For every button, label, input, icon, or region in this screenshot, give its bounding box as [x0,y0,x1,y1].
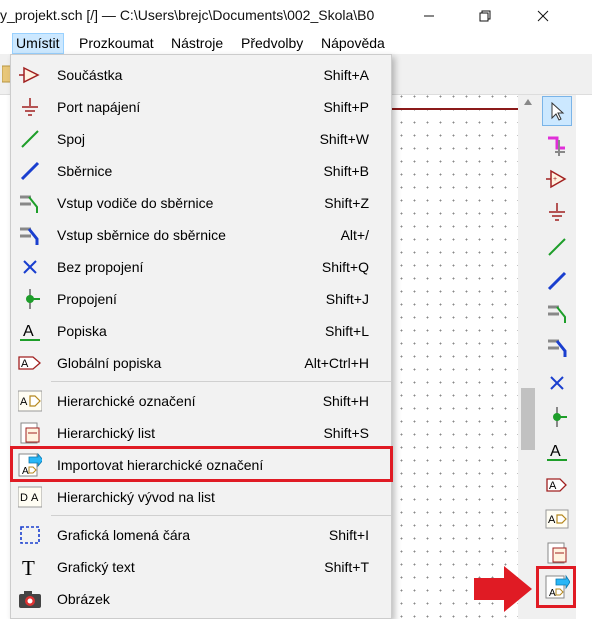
menu-item-no-connect[interactable]: Bez propojení Shift+Q [11,251,391,283]
menu-separator [51,381,391,382]
menu-item-wire[interactable]: Spoj Shift+W [11,123,391,155]
place-symbol-button[interactable]: + [542,164,572,194]
menu-bar: Umístit Prozkoumat Nástroje Předvolby Ná… [0,32,400,54]
label-icon: A [18,320,42,342]
menu-item-hierarchical-sheet[interactable]: Hierarchický list Shift+S [11,417,391,449]
title-bar: y_projekt.sch [/] — C:\Users\brejc\Docum… [0,0,592,32]
schematic-wire [392,108,520,110]
hierarchical-sheet-icon [547,542,567,564]
menu-item-power-port[interactable]: Port napájení Shift+P [11,91,391,123]
svg-text:A: A [31,492,39,504]
menu-item-global-label[interactable]: A Globální popiska Alt+Ctrl+H [11,347,391,379]
hierarchical-label-button[interactable]: A [542,504,572,534]
sheet-pin-icon: DA [18,486,42,508]
place-bus-button[interactable] [542,266,572,296]
hierarchy-navigator-icon [548,136,565,156]
menu-item-image[interactable]: Obrázek [11,583,391,615]
wire-to-bus-entry-icon [548,305,566,323]
highlight-box-menu [10,446,393,482]
window-title: y_projekt.sch [/] — C:\Users\brejc\Docum… [0,7,375,23]
power-port-icon [549,203,565,221]
svg-text:T: T [22,556,35,578]
bus-to-bus-button[interactable] [542,332,572,362]
hierarchical-label-icon: A [545,509,569,529]
no-connect-icon [18,256,42,278]
menu-tools[interactable]: Nástroje [168,34,226,53]
menu-preferences[interactable]: Předvolby [238,34,306,53]
svg-text:+: + [553,176,557,183]
wire-to-bus-button[interactable] [542,298,572,328]
global-label-button[interactable]: A [542,470,572,500]
bus-to-bus-entry-icon [548,339,567,357]
label-button[interactable]: A [542,436,572,466]
svg-text:A: A [550,443,561,460]
wire-to-bus-entry-icon [18,192,42,214]
bus-icon [18,160,42,182]
global-label-icon: A [546,478,567,492]
bus-to-bus-entry-icon [18,224,42,246]
wire-icon [548,238,566,256]
wire-icon [18,128,42,150]
arrow-right-icon [474,566,532,612]
minimize-button[interactable] [406,0,452,32]
graphic-polyline-icon [18,524,42,546]
menu-separator [51,515,391,516]
hierarchy-navigator-button[interactable] [542,131,572,161]
component-icon: + [546,169,567,189]
highlight-box-toolbar [536,566,576,608]
schematic-canvas[interactable] [392,95,518,619]
vertical-scrollbar[interactable] [518,95,538,619]
junction-button[interactable] [542,402,572,432]
hierarchical-sheet-button[interactable] [542,538,572,568]
menu-item-graphic-polyline[interactable]: Grafická lomená čára Shift+I [11,519,391,551]
svg-text:A: A [548,514,556,526]
maximize-button[interactable] [462,0,508,32]
no-connect-button[interactable] [542,368,572,398]
no-connect-icon [550,376,564,390]
minimize-icon [424,15,434,17]
menu-inspect[interactable]: Prozkoumat [76,34,157,53]
menu-item-bus-to-bus-entry[interactable]: Vstup sběrnice do sběrnice Alt+/ [11,219,391,251]
scrollbar-thumb[interactable] [521,388,535,450]
menu-item-hierarchical-label[interactable]: A Hierarchické označení Shift+H [11,385,391,417]
power-port-icon [18,96,42,118]
close-icon [537,10,549,22]
label-icon: A [547,443,567,461]
component-icon [18,64,42,86]
svg-text:A: A [20,396,28,408]
menu-item-wire-to-bus-entry[interactable]: Vstup vodiče do sběrnice Shift+Z [11,187,391,219]
menu-item-junction[interactable]: Propojení Shift+J [11,283,391,315]
menu-place[interactable]: Umístit [12,33,64,54]
menu-help[interactable]: Nápověda [318,34,388,53]
svg-text:D: D [20,492,28,504]
bus-icon [547,271,567,291]
svg-text:A: A [23,323,34,340]
menu-item-graphic-text[interactable]: T Grafický text Shift+T [11,551,391,583]
svg-text:A: A [21,358,29,370]
svg-text:A: A [549,480,557,492]
menu-item-symbol[interactable]: Součástka Shift+A [11,59,391,91]
hierarchical-label-icon: A [18,390,42,412]
junction-icon [553,407,567,427]
place-wire-button[interactable] [542,232,572,262]
select-arrow-icon [551,101,565,121]
restore-icon [479,10,491,22]
graphic-text-icon: T [18,556,42,578]
menu-item-bus[interactable]: Sběrnice Shift+B [11,155,391,187]
menu-item-label[interactable]: A Popiska Shift+L [11,315,391,347]
global-label-icon: A [18,352,42,374]
close-button[interactable] [520,0,566,32]
place-power-button[interactable] [542,197,572,227]
place-menu-dropdown: Součástka Shift+A Port napájení Shift+P … [10,54,392,619]
hierarchical-sheet-icon [18,422,42,444]
junction-icon [18,288,42,310]
image-icon [18,588,42,610]
scroll-up-icon [524,99,532,105]
menu-item-sheet-pin[interactable]: DA Hierarchický vývod na list [11,481,391,513]
select-tool-button[interactable] [542,96,572,126]
